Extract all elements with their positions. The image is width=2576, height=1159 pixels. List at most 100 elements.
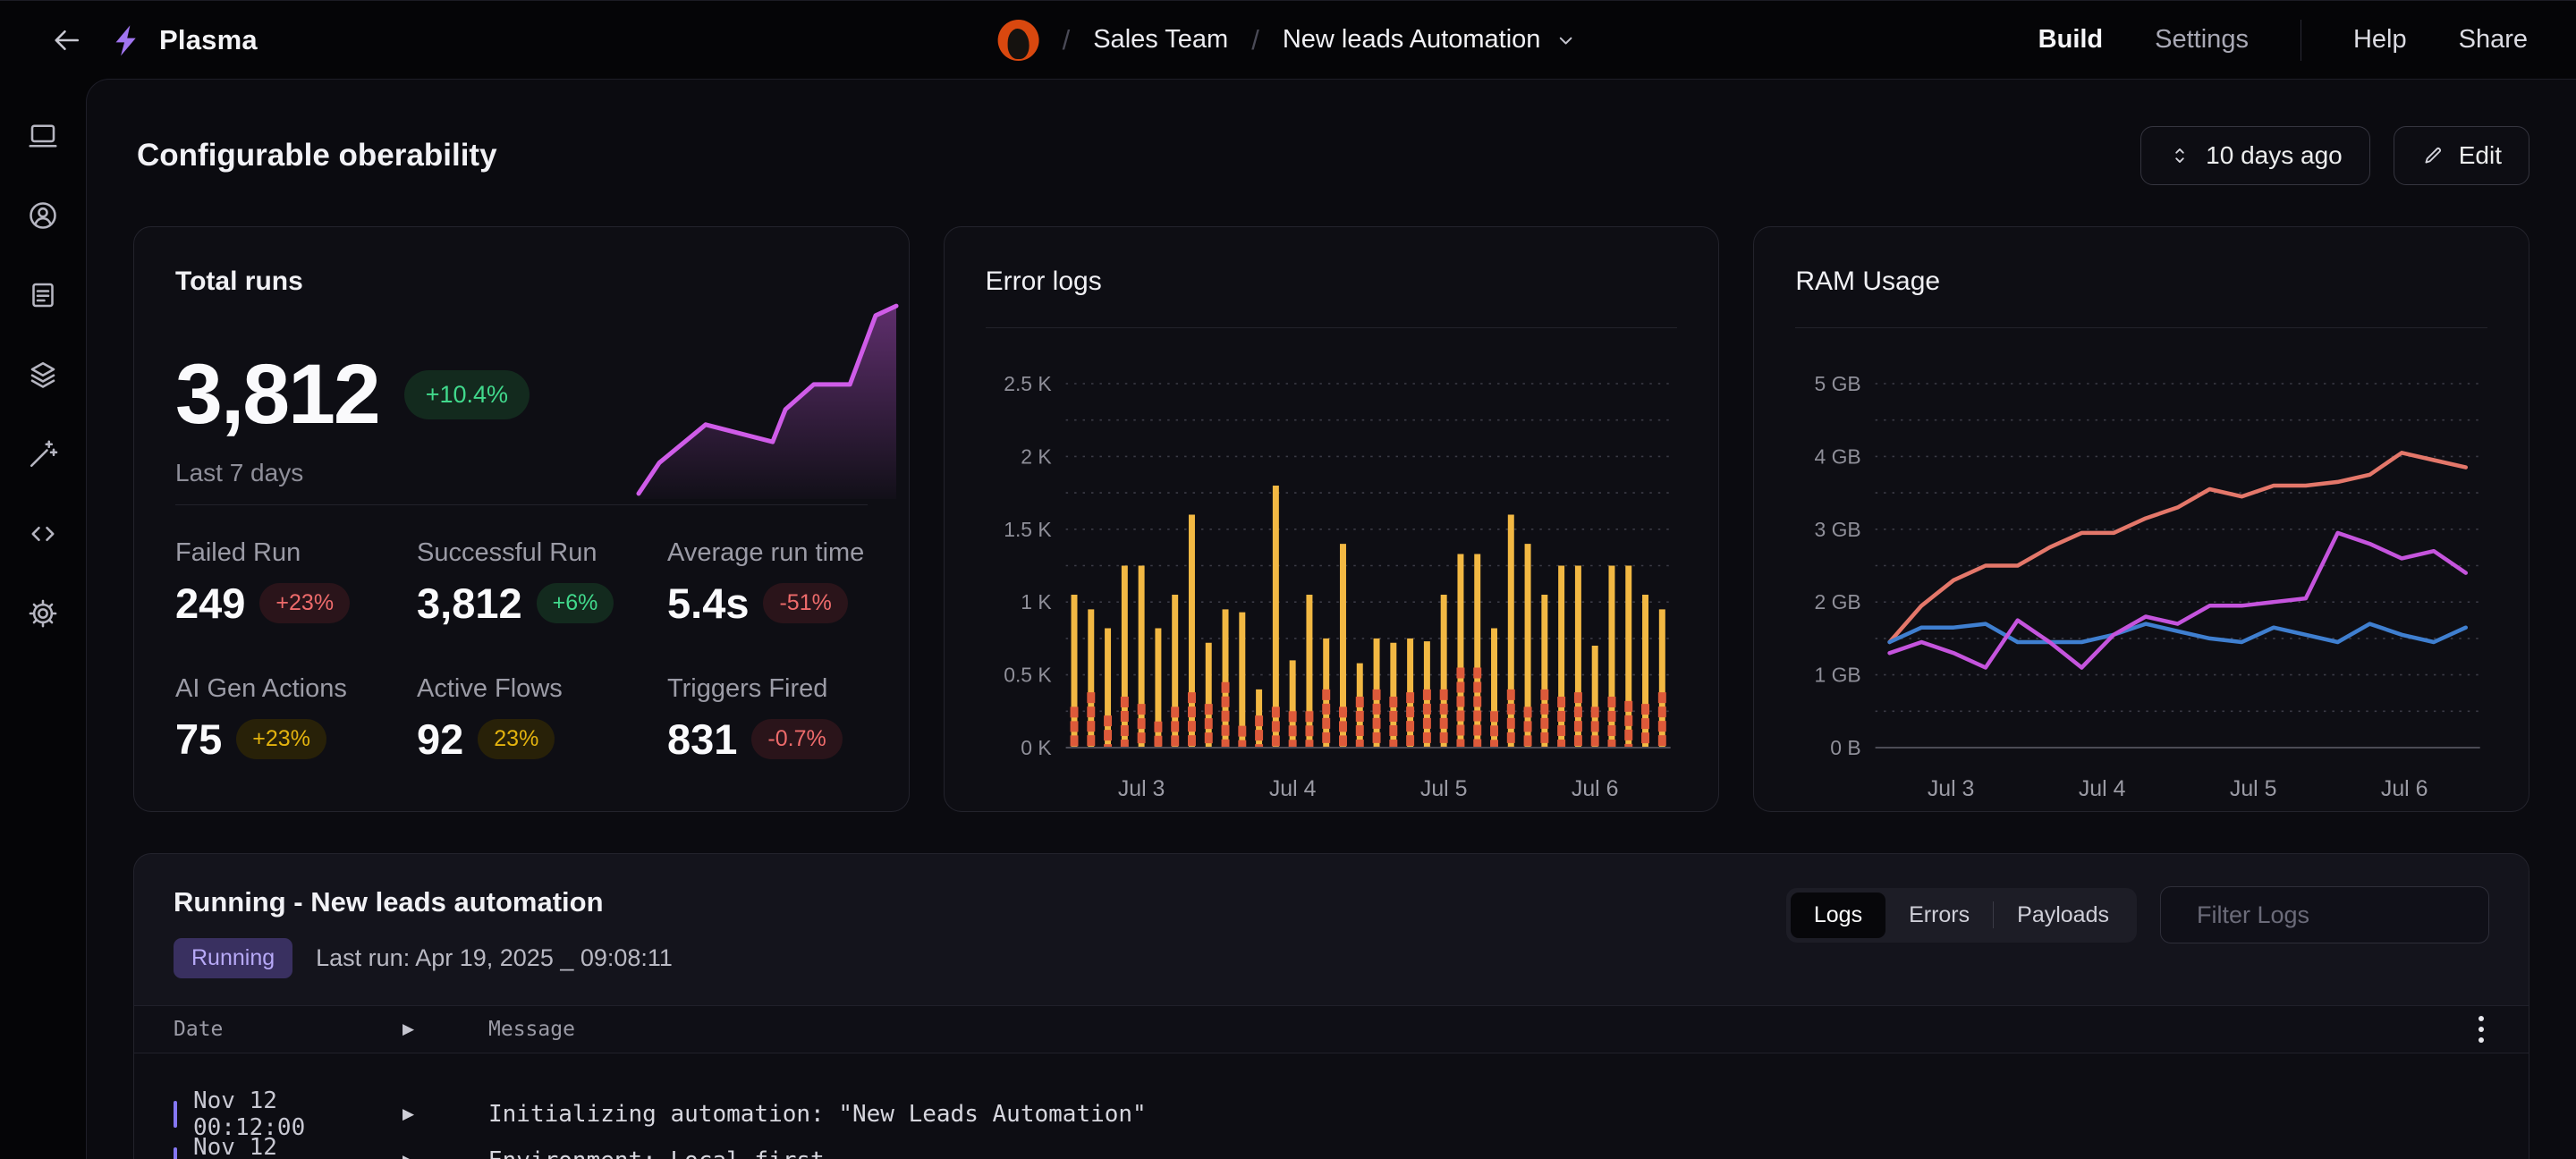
tab-payloads[interactable]: Payloads — [1994, 893, 2132, 938]
total-runs-card: Total runs 3,812 +10.4% Last 7 days Fail… — [133, 226, 910, 812]
date-range-button[interactable]: 10 days ago — [2140, 126, 2370, 185]
stat-ai-gen-actions: AI Gen Actions 75+23% — [175, 674, 417, 760]
code-icon — [27, 518, 59, 550]
back-button[interactable] — [48, 22, 84, 58]
svg-text:4 GB: 4 GB — [1815, 444, 1861, 468]
breadcrumb-team[interactable]: Sales Team — [1093, 25, 1228, 55]
breadcrumb-separator: / — [1063, 24, 1071, 56]
svg-text:Jul 6: Jul 6 — [1572, 776, 1619, 801]
document-icon — [27, 279, 59, 311]
stat-delta-badge: +23% — [259, 583, 350, 623]
nav-link-settings[interactable]: Settings — [2155, 25, 2249, 55]
expand-row-icon[interactable]: ▶ — [402, 1105, 488, 1123]
log-body: Nov 12 00:12:00 ▶ Initializing automatio… — [134, 1053, 2529, 1159]
svg-text:Jul 4: Jul 4 — [1269, 776, 1317, 801]
stat-successful-run: Successful Run 3,812+6% — [417, 538, 667, 624]
brand[interactable]: Plasma — [111, 23, 258, 57]
chevron-down-icon — [1553, 28, 1578, 53]
column-message: Message — [488, 1018, 2473, 1041]
page-title: Configurable oberability — [137, 138, 497, 173]
divider — [986, 327, 1678, 328]
magic-wand-icon — [27, 438, 59, 470]
svg-text:Jul 6: Jul 6 — [2381, 776, 2428, 801]
more-options-button[interactable] — [2473, 1011, 2489, 1048]
stat-average-run-time: Average run time 5.4s-51% — [667, 538, 877, 624]
breadcrumb: / Sales Team / New leads Automation — [998, 20, 1579, 61]
sidebar-item-code[interactable] — [23, 514, 63, 554]
date-range-label: 10 days ago — [2206, 141, 2343, 170]
stat-delta-badge: -51% — [763, 583, 847, 623]
stat-delta-badge: +6% — [537, 583, 614, 623]
filter-logs-box[interactable] — [2160, 886, 2489, 943]
sidebar — [0, 79, 86, 1159]
svg-text:2 K: 2 K — [1021, 444, 1052, 468]
log-table-header: Date ▶ Message — [134, 1005, 2529, 1053]
divider — [1795, 327, 2487, 328]
arrow-left-icon — [50, 24, 82, 56]
updown-chevrons-icon — [2168, 144, 2191, 167]
breadcrumb-project-label: New leads Automation — [1283, 25, 1541, 55]
edit-label: Edit — [2459, 141, 2502, 170]
sidebar-item-settings[interactable] — [23, 594, 63, 633]
stat-triggers-fired: Triggers Fired 831-0.7% — [667, 674, 877, 760]
sidebar-item-magic[interactable] — [23, 435, 63, 474]
laptop-icon — [27, 120, 59, 152]
sidebar-item-desktop[interactable] — [23, 116, 63, 156]
brand-name: Plasma — [159, 24, 258, 56]
svg-text:1 K: 1 K — [1021, 590, 1052, 613]
total-runs-sparkline — [633, 292, 902, 499]
svg-text:Jul 3: Jul 3 — [1928, 776, 1975, 801]
plasma-logo-icon — [111, 23, 145, 57]
gear-icon — [27, 597, 59, 630]
stat-active-flows: Active Flows 9223% — [417, 674, 667, 760]
top-nav: Plasma / Sales Team / New leads Automati… — [0, 0, 2576, 79]
ram-usage-card: RAM Usage 5 GB 4 GB 3 GB 2 GB 1 GB 0 B Jul 3 Ju… — [1753, 226, 2529, 812]
layers-icon — [27, 359, 59, 391]
sidebar-item-account[interactable] — [23, 196, 63, 235]
svg-text:Jul 5: Jul 5 — [2230, 776, 2277, 801]
edit-button[interactable]: Edit — [2394, 126, 2529, 185]
ram-usage-title: RAM Usage — [1795, 266, 2487, 297]
svg-text:0.5 K: 0.5 K — [1004, 664, 1052, 687]
status-badge: Running — [174, 938, 292, 978]
total-runs-value: 3,812 — [175, 352, 379, 437]
nav-links: Build Settings Help Share — [2038, 20, 2528, 61]
nav-link-build[interactable]: Build — [2038, 25, 2104, 55]
log-row[interactable]: Nov 12 00:12:00 ▶ Environment: Local-fir… — [174, 1138, 2489, 1159]
error-logs-card: Error logs 2.5 K2 K1.5 K1 K0.5 K0 KJul 3… — [944, 226, 1720, 812]
error-logs-title: Error logs — [986, 266, 1678, 297]
filter-logs-input[interactable] — [2195, 901, 2515, 930]
tab-logs[interactable]: Logs — [1791, 893, 1885, 938]
tab-errors[interactable]: Errors — [1885, 893, 1993, 938]
column-expand-icon: ▶ — [402, 1020, 488, 1038]
stat-delta-badge: -0.7% — [751, 719, 842, 759]
breadcrumb-separator: / — [1251, 24, 1259, 56]
svg-text:1.5 K: 1.5 K — [1004, 518, 1052, 541]
sidebar-item-docs[interactable] — [23, 275, 63, 315]
run-log-panel: Running - New leads automation Running L… — [133, 853, 2529, 1159]
svg-text:0 K: 0 K — [1021, 736, 1052, 759]
stat-delta-badge: 23% — [478, 719, 555, 759]
log-row-marker — [174, 1101, 177, 1128]
stat-delta-badge: +23% — [236, 719, 326, 759]
sidebar-item-layers[interactable] — [23, 355, 63, 394]
svg-text:1 GB: 1 GB — [1815, 664, 1861, 687]
nav-link-help[interactable]: Help — [2353, 25, 2407, 55]
svg-text:2 GB: 2 GB — [1815, 590, 1861, 613]
breadcrumb-project[interactable]: New leads Automation — [1283, 25, 1579, 55]
log-tabs: Logs Errors Payloads — [1786, 888, 2137, 943]
svg-text:Jul 4: Jul 4 — [2079, 776, 2126, 801]
log-row[interactable]: Nov 12 00:12:00 ▶ Initializing automatio… — [174, 1091, 2489, 1138]
log-row-marker — [174, 1147, 177, 1159]
svg-text:0 B: 0 B — [1831, 736, 1861, 759]
error-logs-chart: 2.5 K2 K1.5 K1 K0.5 K0 KJul 3Jul 4Jul 5J… — [986, 332, 1678, 810]
ram-usage-chart: 5 GB 4 GB 3 GB 2 GB 1 GB 0 B Jul 3 Jul 4 Jul 5 Ju… — [1795, 332, 2487, 810]
svg-text:3 GB: 3 GB — [1815, 518, 1861, 541]
nav-link-share[interactable]: Share — [2459, 25, 2528, 55]
user-circle-icon — [27, 199, 59, 232]
stat-failed-run: Failed Run 249+23% — [175, 538, 417, 624]
svg-text:5 GB: 5 GB — [1815, 372, 1861, 395]
expand-row-icon[interactable]: ▶ — [402, 1152, 488, 1159]
stats-grid: Failed Run 249+23% Successful Run 3,812+… — [175, 538, 877, 760]
avatar[interactable] — [998, 20, 1039, 61]
